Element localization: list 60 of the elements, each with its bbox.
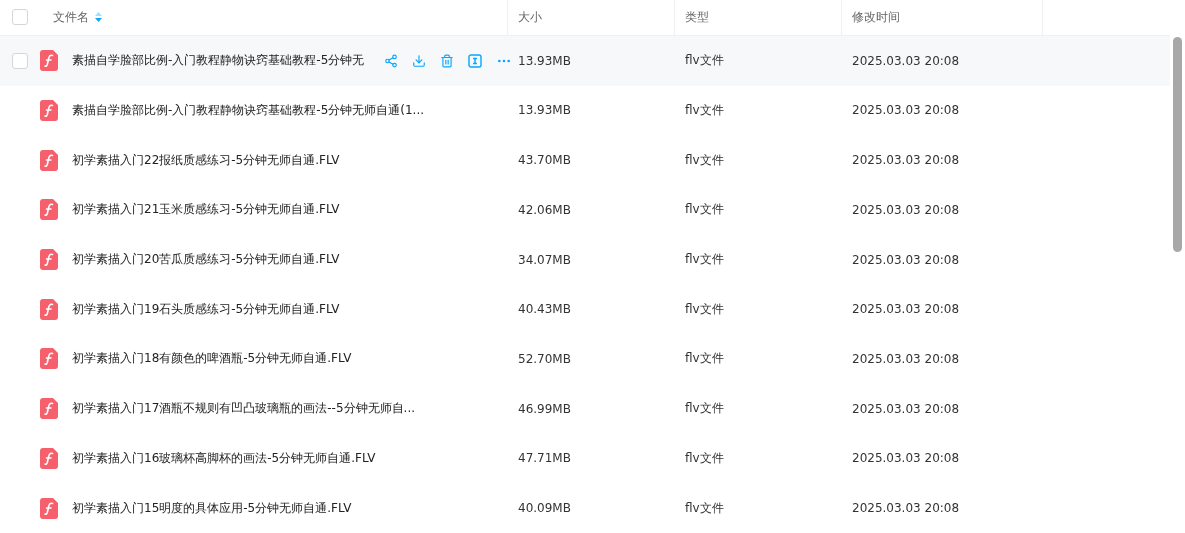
modified-time: 2025.03.03 20:08 <box>851 202 961 217</box>
scrollbar-thumb[interactable] <box>1173 37 1182 252</box>
flash-file-icon <box>40 249 58 271</box>
flash-file-icon <box>40 99 58 121</box>
file-size: 43.70MB <box>517 153 572 168</box>
file-name[interactable]: 初学素描入门15明度的具体应用-5分钟无师自通.FLV <box>72 499 352 517</box>
file-size: 40.43MB <box>517 302 572 317</box>
column-header[interactable]: 大小 <box>518 8 542 26</box>
file-size: 13.93MB <box>517 53 572 68</box>
row-checkbox[interactable] <box>12 52 28 69</box>
modified-time: 2025.03.03 20:08 <box>851 252 961 267</box>
flash-file-icon <box>40 199 58 221</box>
flash-file-icon <box>40 149 58 171</box>
modified-time: 2025.03.03 20:08 <box>851 501 961 516</box>
file-type: flv文件 <box>684 300 725 318</box>
modified-time: 2025.03.03 20:08 <box>851 351 961 366</box>
modified-time: 2025.03.03 20:08 <box>851 302 961 317</box>
file-size: 47.71MB <box>517 451 572 466</box>
modified-time: 2025.03.03 20:08 <box>851 153 961 168</box>
file-name[interactable]: 初学素描入门22报纸质感练习-5分钟无师自通.FLV <box>72 151 340 169</box>
file-size: 13.93MB <box>517 103 572 118</box>
file-size: 34.07MB <box>517 252 572 267</box>
file-type: flv文件 <box>684 201 725 219</box>
column-header[interactable]: 文件名 <box>53 8 89 26</box>
file-name[interactable]: 初学素描入门17酒瓶不规则有凹凸玻璃瓶的画法--5分钟无师自... <box>72 400 415 418</box>
flash-file-icon <box>40 298 58 320</box>
modified-time: 2025.03.03 20:08 <box>851 401 961 416</box>
file-type: flv文件 <box>684 52 725 70</box>
file-type: flv文件 <box>684 400 725 418</box>
select-all-checkbox[interactable] <box>12 9 28 26</box>
modified-time: 2025.03.03 20:08 <box>851 53 961 68</box>
file-type: flv文件 <box>684 499 725 517</box>
file-size: 42.06MB <box>517 202 572 217</box>
flash-file-icon <box>40 398 58 420</box>
file-size: 52.70MB <box>517 351 572 366</box>
modified-time: 2025.03.03 20:08 <box>851 451 961 466</box>
file-type: flv文件 <box>684 251 725 269</box>
file-size: 46.99MB <box>517 401 572 416</box>
file-name[interactable]: 素描自学脸部比例-入门教程静物诀窍基础教程-5分钟无师自通(1... <box>72 101 425 119</box>
file-type: flv文件 <box>684 449 725 467</box>
sort-icon[interactable] <box>95 12 102 23</box>
flash-file-icon <box>40 497 58 519</box>
file-type: flv文件 <box>684 151 725 169</box>
file-type: flv文件 <box>684 101 725 119</box>
file-type: flv文件 <box>684 350 725 368</box>
file-name[interactable]: 素描自学脸部比例-入门教程静物诀窍基础教程-5分钟无 <box>72 52 365 70</box>
file-name[interactable]: 初学素描入门16玻璃杯高脚杯的画法-5分钟无师自通.FLV <box>72 449 376 467</box>
file-size: 40.09MB <box>517 501 572 516</box>
flash-file-icon <box>40 447 58 469</box>
file-name[interactable]: 初学素描入门18有颜色的啤酒瓶-5分钟无师自通.FLV <box>72 350 352 368</box>
file-name[interactable]: 初学素描入门19石头质感练习-5分钟无师自通.FLV <box>72 300 340 318</box>
hovered-row[interactable]: 素描自学脸部比例-入门教程静物诀窍基础教程-5分钟无 13.93MB flv文件 2025.03.03 20:08 <box>0 35 1170 86</box>
file-name[interactable]: 初学素描入门21玉米质感练习-5分钟无师自通.FLV <box>72 201 340 219</box>
column-header[interactable]: 修改时间 <box>852 8 900 26</box>
rename-icon[interactable] <box>466 51 485 70</box>
flash-file-icon <box>40 50 58 72</box>
modified-time: 2025.03.03 20:08 <box>851 103 961 118</box>
flash-file-icon <box>40 348 58 370</box>
file-name[interactable]: 初学素描入门20苦瓜质感练习-5分钟无师自通.FLV <box>72 251 340 269</box>
column-header[interactable]: 类型 <box>685 8 709 26</box>
